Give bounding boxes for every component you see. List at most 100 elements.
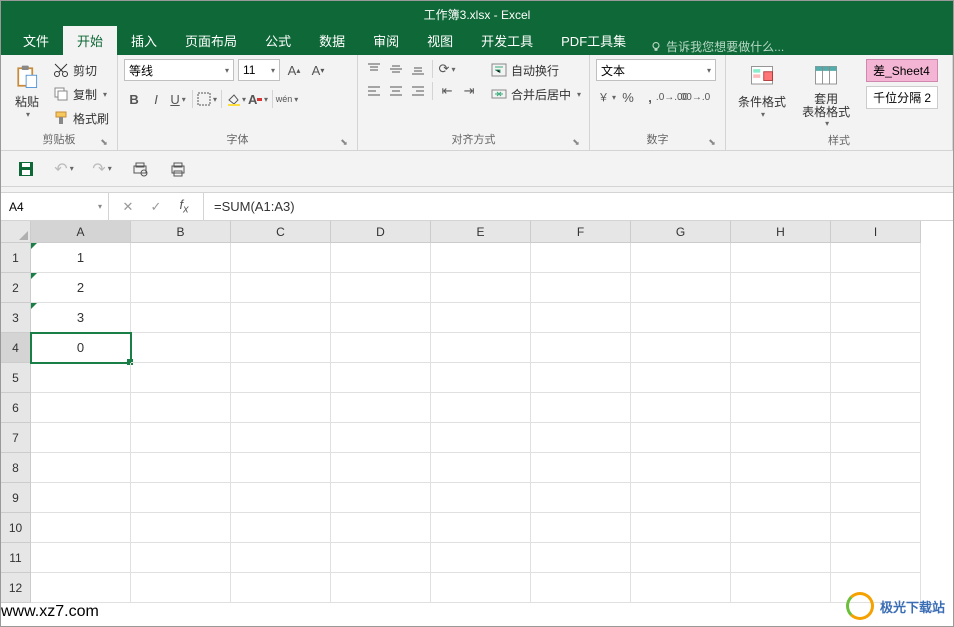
cell-C3[interactable]	[231, 303, 331, 333]
cell-G5[interactable]	[631, 363, 731, 393]
cell-I10[interactable]	[831, 513, 921, 543]
undo-button[interactable]: ↶▾	[53, 158, 75, 180]
cell-G6[interactable]	[631, 393, 731, 423]
tab-file[interactable]: 文件	[9, 26, 63, 55]
confirm-formula-button[interactable]: ✓	[147, 198, 165, 216]
tab-formulas[interactable]: 公式	[251, 26, 305, 55]
cell-B4[interactable]	[131, 333, 231, 363]
cell-H6[interactable]	[731, 393, 831, 423]
row-header-5[interactable]: 5	[1, 363, 31, 393]
decrease-decimal-button[interactable]: .00→.0	[684, 87, 704, 107]
cell-C6[interactable]	[231, 393, 331, 423]
cell-G9[interactable]	[631, 483, 731, 513]
cell-G4[interactable]	[631, 333, 731, 363]
cell-A4[interactable]: 0	[31, 333, 131, 363]
style-thousand-sep[interactable]: 千位分隔 2	[866, 86, 938, 109]
cell-D7[interactable]	[331, 423, 431, 453]
name-box[interactable]: A4 ▾	[1, 193, 109, 220]
cell-B6[interactable]	[131, 393, 231, 423]
cell-A8[interactable]	[31, 453, 131, 483]
cancel-formula-button[interactable]: ✕	[119, 198, 137, 216]
cell-C8[interactable]	[231, 453, 331, 483]
cell-F8[interactable]	[531, 453, 631, 483]
cell-I8[interactable]	[831, 453, 921, 483]
cell-E2[interactable]	[431, 273, 531, 303]
format-as-table-button[interactable]: 套用 表格格式▾	[796, 59, 856, 132]
cell-C12[interactable]	[231, 573, 331, 603]
cell-D9[interactable]	[331, 483, 431, 513]
cell-H1[interactable]	[731, 243, 831, 273]
col-header-D[interactable]: D	[331, 221, 431, 243]
tab-home[interactable]: 开始	[63, 26, 117, 55]
align-left-button[interactable]	[364, 81, 384, 101]
cell-A12[interactable]	[31, 573, 131, 603]
col-header-H[interactable]: H	[731, 221, 831, 243]
row-header-11[interactable]: 11	[1, 543, 31, 573]
cell-F3[interactable]	[531, 303, 631, 333]
cell-F12[interactable]	[531, 573, 631, 603]
cell-H10[interactable]	[731, 513, 831, 543]
col-header-G[interactable]: G	[631, 221, 731, 243]
cell-A3[interactable]: 3	[31, 303, 131, 333]
cell-E10[interactable]	[431, 513, 531, 543]
font-name-combo[interactable]: 等线▾	[124, 59, 234, 81]
row-header-7[interactable]: 7	[1, 423, 31, 453]
cell-A5[interactable]	[31, 363, 131, 393]
col-header-F[interactable]: F	[531, 221, 631, 243]
cell-F9[interactable]	[531, 483, 631, 513]
cell-D2[interactable]	[331, 273, 431, 303]
cell-A1[interactable]: 1	[31, 243, 131, 273]
cell-D12[interactable]	[331, 573, 431, 603]
cell-F6[interactable]	[531, 393, 631, 423]
cell-G7[interactable]	[631, 423, 731, 453]
cell-C10[interactable]	[231, 513, 331, 543]
cell-B8[interactable]	[131, 453, 231, 483]
cell-C2[interactable]	[231, 273, 331, 303]
cell-I2[interactable]	[831, 273, 921, 303]
cell-D3[interactable]	[331, 303, 431, 333]
cell-D10[interactable]	[331, 513, 431, 543]
row-header-10[interactable]: 10	[1, 513, 31, 543]
print-button[interactable]	[167, 158, 189, 180]
orientation-button[interactable]: ⟳▾	[437, 59, 457, 79]
save-button[interactable]	[15, 158, 37, 180]
cell-B10[interactable]	[131, 513, 231, 543]
cell-I7[interactable]	[831, 423, 921, 453]
cell-C5[interactable]	[231, 363, 331, 393]
cell-D6[interactable]	[331, 393, 431, 423]
cut-button[interactable]: 剪切	[51, 59, 111, 81]
cell-A9[interactable]	[31, 483, 131, 513]
cell-C4[interactable]	[231, 333, 331, 363]
cell-H9[interactable]	[731, 483, 831, 513]
col-header-E[interactable]: E	[431, 221, 531, 243]
row-header-3[interactable]: 3	[1, 303, 31, 333]
cell-H3[interactable]	[731, 303, 831, 333]
cell-H7[interactable]	[731, 423, 831, 453]
col-header-I[interactable]: I	[831, 221, 921, 243]
cell-E11[interactable]	[431, 543, 531, 573]
row-header-4[interactable]: 4	[1, 333, 31, 363]
cell-D8[interactable]	[331, 453, 431, 483]
cell-F1[interactable]	[531, 243, 631, 273]
cell-E7[interactable]	[431, 423, 531, 453]
cell-H11[interactable]	[731, 543, 831, 573]
cell-B12[interactable]	[131, 573, 231, 603]
cell-F5[interactable]	[531, 363, 631, 393]
cell-H8[interactable]	[731, 453, 831, 483]
cell-E4[interactable]	[431, 333, 531, 363]
cell-D4[interactable]	[331, 333, 431, 363]
cell-H2[interactable]	[731, 273, 831, 303]
format-painter-button[interactable]: 格式刷	[51, 107, 111, 129]
percent-button[interactable]: %	[618, 87, 638, 107]
dialog-launcher-icon[interactable]: ⬊	[707, 137, 717, 147]
row-header-2[interactable]: 2	[1, 273, 31, 303]
cell-G12[interactable]	[631, 573, 731, 603]
cell-H5[interactable]	[731, 363, 831, 393]
cell-F4[interactable]	[531, 333, 631, 363]
cell-D1[interactable]	[331, 243, 431, 273]
align-right-button[interactable]	[408, 81, 428, 101]
cell-B9[interactable]	[131, 483, 231, 513]
cell-C9[interactable]	[231, 483, 331, 513]
print-preview-button[interactable]	[129, 158, 151, 180]
accounting-format-button[interactable]: ￥▾	[596, 87, 616, 107]
